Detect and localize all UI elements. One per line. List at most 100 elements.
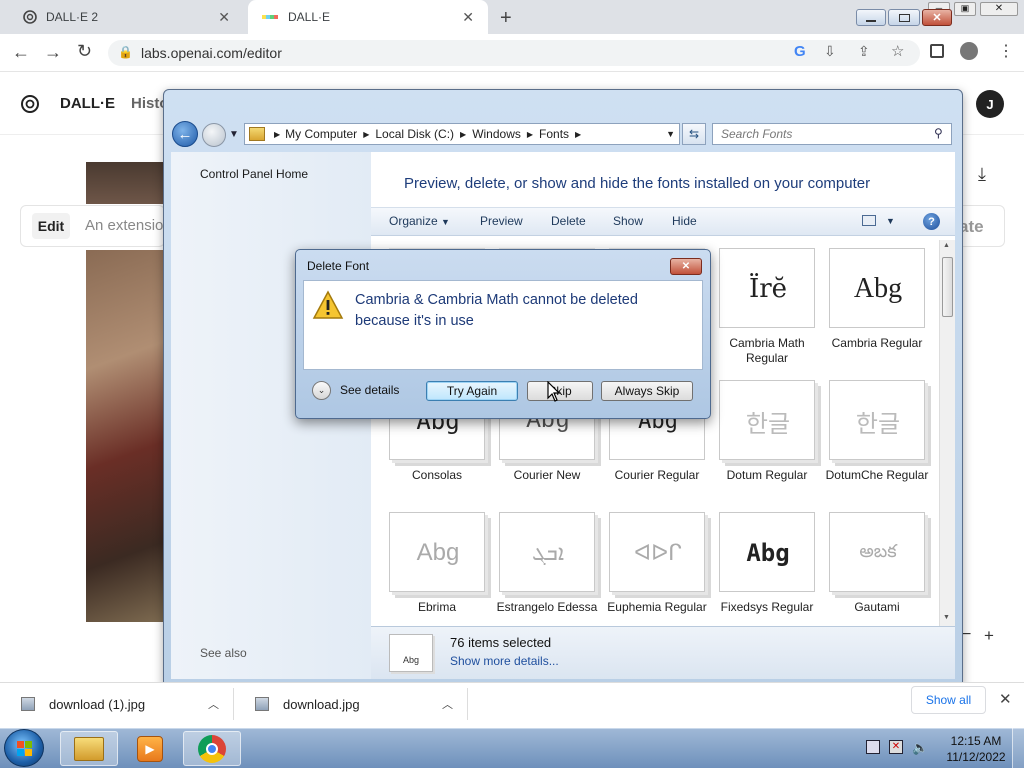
prompt-input[interactable]: An extensio [85,217,163,234]
details-pane [371,626,955,679]
taskbar-media-player-button[interactable]: ▶ [121,731,179,766]
restore-icon[interactable]: ▣ [954,2,976,16]
side-panel-icon[interactable] [930,44,944,58]
download-icon[interactable]: ⤓ [978,164,986,185]
show-desktop-button[interactable] [1012,728,1024,768]
font-tile-cambria-regular[interactable]: Abg Cambria Regular [825,244,929,364]
always-skip-button[interactable]: Always Skip [601,381,693,401]
dalle-favicon-icon [262,14,280,20]
taskbar-chrome-button[interactable] [183,731,241,766]
lock-icon: 🔒 [118,45,133,59]
edit-button[interactable]: Edit [32,213,70,239]
vertical-scrollbar[interactable]: ▲ ▼ [939,240,955,626]
try-again-button[interactable]: Try Again [426,381,518,401]
help-icon[interactable]: ? [923,213,940,230]
volume-icon[interactable]: 🔈 [912,740,928,758]
bookmark-star-icon[interactable]: ☆ [891,42,904,60]
explorer-forward-icon[interactable] [202,123,226,147]
google-icon[interactable]: G [794,43,806,60]
dalle-logo-text[interactable]: DALL·E [60,95,115,112]
fonts-folder-icon [249,127,265,141]
refresh-icon[interactable]: ⇆ [682,123,706,145]
install-icon[interactable]: ⇩ [824,43,836,60]
menu-kebab-icon[interactable]: ⋮ [998,41,1014,61]
close-downloads-icon[interactable]: ✕ [999,690,1012,708]
share-icon[interactable]: ⇪ [858,43,870,60]
download-item[interactable]: download.jpg ︿ [246,688,468,720]
profile-icon[interactable] [960,42,978,60]
close-tab-icon[interactable]: ✕ [218,9,230,26]
explorer-minimize-icon[interactable] [856,9,886,26]
organize-menu[interactable]: Organize ▼ [389,214,450,228]
show-all-button[interactable]: Show all [911,686,986,714]
scroll-up-icon[interactable]: ▲ [943,242,950,249]
edited-image-top [86,162,164,204]
font-sample: Ïrĕ [748,274,788,304]
font-name: Ebrima [417,600,456,614]
openai-logo-icon[interactable] [20,94,40,114]
breadcrumb-fonts[interactable]: Fonts [539,127,569,141]
search-fonts-input[interactable]: Search Fonts ⚲ [712,123,952,145]
preview-command[interactable]: Preview [480,214,523,228]
breadcrumb-local-disk[interactable]: Local Disk (C:) [375,127,454,141]
start-button[interactable] [4,729,44,767]
font-tile-euphemia[interactable]: ᐊᐅᒋ Euphemia Regular [605,508,709,628]
download-item[interactable]: download (1).jpg ︿ [12,688,234,720]
action-center-icon[interactable] [866,740,880,754]
font-sample: ᐊᐅᒋ [634,540,682,565]
font-tile-dotumche[interactable]: 한글 DotumChe Regular [825,376,929,496]
font-tile-ebrima[interactable]: Abg Ebrima [385,508,489,628]
address-dropdown-icon[interactable]: ▼ [666,129,675,139]
scroll-down-icon[interactable]: ▼ [943,614,950,621]
back-icon[interactable]: ← [12,42,30,63]
close-window-icon[interactable]: ✕ [980,2,1018,16]
scrollbar-thumb[interactable] [942,257,953,317]
breadcrumb-windows[interactable]: Windows [472,127,521,141]
folder-icon [74,736,104,761]
zoom-out-icon[interactable]: − [962,626,971,644]
tab-title: DALL·E [288,10,331,24]
show-command[interactable]: Show [613,214,643,228]
dialog-close-icon[interactable]: ✕ [670,258,702,275]
font-tile-cambria-math[interactable]: Ïrĕ Cambria Math Regular [715,244,819,365]
font-tile-gautami[interactable]: అబక Gautami [825,508,929,628]
breadcrumb-my-computer[interactable]: My Computer [285,127,357,141]
explorer-close-icon[interactable]: ✕ [922,9,952,26]
view-dropdown-icon[interactable]: ▼ [886,216,895,226]
user-avatar[interactable]: J [976,90,1004,118]
font-name: Fixedsys Regular [720,600,814,614]
network-icon[interactable]: ✕ [889,740,903,754]
address-bar[interactable]: 🔒 labs.openai.com/editor G ⇩ ⇪ ☆ [108,40,920,66]
view-options-icon[interactable] [862,215,876,226]
expand-details-icon[interactable]: ⌄ [312,381,331,400]
explorer-maximize-icon[interactable] [888,9,920,26]
show-more-details-link[interactable]: Show more details... [450,654,559,668]
explorer-back-icon[interactable]: ← [172,121,198,147]
taskbar-explorer-button[interactable] [60,731,118,766]
new-tab-icon[interactable]: + [500,7,512,30]
chrome-icon [198,734,226,763]
control-panel-home-link[interactable]: Control Panel Home [200,167,308,181]
taskbar-clock[interactable]: 12:15 AM 11/12/2022 [945,733,1007,765]
explorer-address-bar[interactable]: ▶ My Computer ▶ Local Disk (C:) ▶ Window… [244,123,680,145]
download-options-chevron-icon[interactable]: ︿ [442,696,453,712]
recent-pages-chevron-icon[interactable]: ▼ [229,129,239,140]
download-filename: download.jpg [283,696,360,712]
reload-icon[interactable]: ↻ [77,41,92,62]
tab-dalle[interactable]: DALL·E ✕ [248,0,488,34]
tab-dalle-2[interactable]: DALL·E 2 ✕ [8,0,244,34]
forward-icon[interactable]: → [44,42,62,63]
download-options-chevron-icon[interactable]: ︿ [208,696,219,712]
delete-command[interactable]: Delete [551,214,586,228]
zoom-in-icon[interactable]: + [984,626,994,646]
hide-command[interactable]: Hide [672,214,697,228]
font-name: Courier Regular [614,468,700,482]
font-tile-fixedsys[interactable]: Abg Fixedsys Regular [715,508,819,628]
font-name: Euphemia Regular [607,600,707,614]
see-details-label[interactable]: See details [340,383,399,397]
font-tile-dotum[interactable]: 한글 Dotum Regular [715,376,819,496]
url-text: labs.openai.com/editor [141,45,282,61]
search-icon: ⚲ [934,126,943,140]
font-tile-estrangelo-edessa[interactable]: ܐܒܓ Estrangelo Edessa Regular [495,508,599,628]
close-tab-icon[interactable]: ✕ [462,9,474,26]
